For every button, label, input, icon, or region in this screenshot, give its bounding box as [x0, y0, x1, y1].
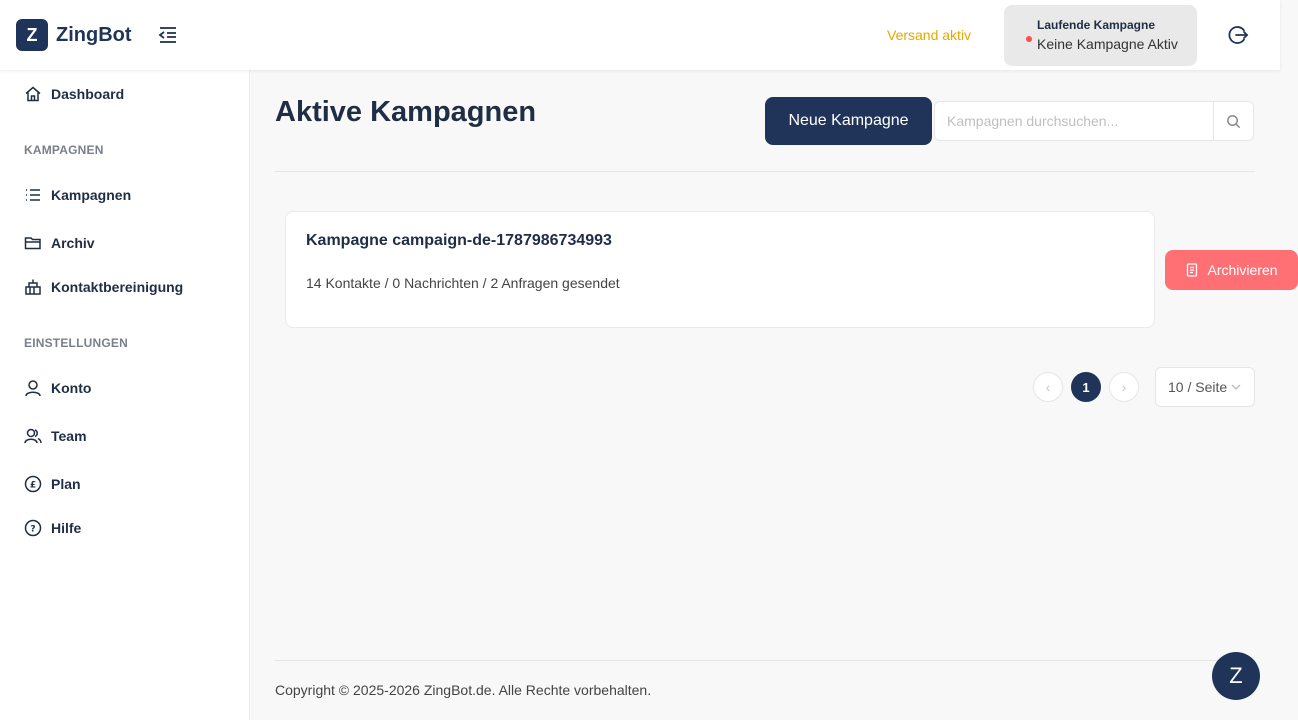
svg-text:£: £ [30, 481, 36, 491]
sidebar-item-label: Kontaktbereinigung [51, 279, 184, 295]
archive-icon [1187, 263, 1198, 277]
page-1-button[interactable]: 1 [1071, 372, 1101, 402]
running-campaign-value: Keine Kampagne Aktiv [1037, 36, 1178, 52]
sidebar-item-label: Plan [51, 476, 81, 492]
user-icon [25, 380, 41, 397]
new-campaign-button[interactable]: Neue Kampagne [765, 97, 932, 145]
home-icon [25, 86, 41, 102]
sidebar-item-campaigns[interactable]: Kampagnen [24, 186, 131, 204]
sidebar-item-label: Dashboard [51, 86, 125, 102]
status-dot-icon [1026, 36, 1032, 42]
page-size-value: 10 / Seite [1168, 379, 1228, 395]
sending-status: Versand aktiv [887, 27, 972, 43]
search-input[interactable] [935, 102, 1213, 140]
team-icon [24, 428, 42, 444]
running-campaign-panel: Laufende Kampagne Keine Kampagne Aktiv [1004, 5, 1197, 66]
archive-button[interactable]: Archivieren [1165, 250, 1298, 290]
chevron-down-icon [1231, 384, 1241, 390]
app-name: ZingBot [56, 23, 132, 46]
logo-mark: Z [16, 19, 48, 51]
sidebar: Dashboard KAMPAGNEN Kampagnen Archiv Kon… [0, 70, 250, 720]
sidebar-item-label: Team [51, 428, 87, 444]
page-title: Aktive Kampagnen [275, 96, 537, 128]
prev-page-button[interactable]: ‹ [1033, 372, 1063, 402]
page-size-select[interactable]: 10 / Seite [1155, 367, 1255, 407]
top-header: Z ZingBot Versand aktiv Laufende Kampagn… [0, 0, 1280, 70]
section-settings: EINSTELLUNGEN [24, 336, 128, 350]
sidebar-item-plan[interactable]: £ Plan [24, 475, 81, 493]
campaign-card[interactable]: Kampagne campaign-de-1787986734993 14 Ko… [285, 211, 1155, 328]
campaign-stats: 14 Kontakte / 0 Nachrichten / 2 Anfragen… [306, 275, 620, 291]
sidebar-item-team[interactable]: Team [24, 427, 87, 445]
sidebar-item-label: Kampagnen [51, 187, 132, 203]
logout-icon[interactable] [1227, 24, 1249, 46]
app-logo[interactable]: Z ZingBot [16, 19, 132, 51]
list-icon [26, 189, 40, 201]
help-icon: ? [24, 519, 42, 537]
campaign-title: Kampagne campaign-de-1787986734993 [306, 232, 612, 249]
archive-button-label: Archivieren [1207, 262, 1278, 278]
sidebar-item-label: Archiv [51, 235, 95, 251]
sidebar-item-account[interactable]: Konto [24, 379, 91, 397]
divider [275, 171, 1255, 172]
search-box [934, 101, 1254, 141]
clean-icon [25, 279, 41, 295]
search-icon [1227, 114, 1241, 128]
svg-text:?: ? [30, 525, 35, 535]
section-campaigns: KAMPAGNEN [24, 143, 104, 157]
running-campaign-label: Laufende Kampagne [1037, 18, 1156, 32]
sidebar-item-contact-cleanup[interactable]: Kontaktbereinigung [24, 278, 183, 296]
sidebar-item-label: Hilfe [51, 520, 82, 536]
search-button[interactable] [1213, 102, 1253, 140]
copyright-text: Copyright © 2025-2026 ZingBot.de. Alle R… [275, 682, 652, 698]
sidebar-item-label: Konto [51, 380, 92, 396]
next-page-button[interactable]: › [1109, 372, 1139, 402]
sidebar-item-dashboard[interactable]: Dashboard [24, 85, 124, 103]
chat-fab-button[interactable]: Z [1212, 652, 1260, 700]
folder-icon [24, 237, 41, 250]
sidebar-item-archive[interactable]: Archiv [24, 234, 95, 252]
collapse-menu-icon[interactable] [157, 24, 179, 46]
pound-icon: £ [24, 475, 42, 493]
footer-divider [275, 660, 1255, 661]
sidebar-item-help[interactable]: ? Hilfe [24, 519, 81, 537]
